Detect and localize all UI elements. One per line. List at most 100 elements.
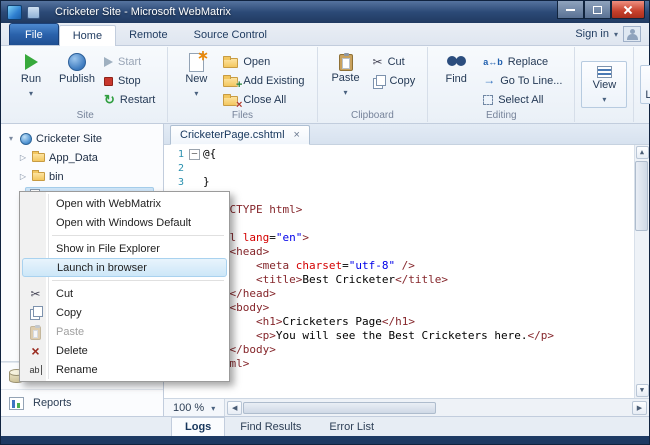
add-existing-button[interactable]: Add Existing bbox=[221, 72, 311, 91]
code-line: 12 <body> bbox=[172, 301, 270, 314]
go-to-line-button[interactable]: Go To Line... bbox=[481, 72, 569, 90]
run-button[interactable]: Run bbox=[8, 50, 54, 101]
webmatrix-app-icon[interactable] bbox=[7, 4, 22, 20]
tree-item-bin[interactable]: ▷ bin bbox=[1, 167, 163, 186]
tab-logs[interactable]: Logs bbox=[171, 417, 226, 436]
copy-button[interactable]: Copy bbox=[371, 72, 423, 90]
scroll-up-icon[interactable]: ▲ bbox=[635, 146, 649, 159]
ribbon: Run Publish Start Stop Restart bbox=[1, 46, 650, 124]
add-existing-label: Add Existing bbox=[243, 75, 305, 87]
ribbon-group-view: View bbox=[575, 47, 635, 122]
open-button[interactable]: Open bbox=[221, 53, 311, 71]
menu-item-cut[interactable]: Cut bbox=[22, 284, 227, 303]
publish-icon bbox=[68, 53, 86, 71]
replace-button[interactable]: Replace bbox=[481, 53, 569, 71]
editor-bottom-bar: 100 % ◀ ▶ bbox=[164, 398, 649, 416]
tab-find-results[interactable]: Find Results bbox=[227, 417, 314, 436]
ribbon-group-launch: Launch bbox=[634, 47, 650, 122]
minimize-button[interactable] bbox=[557, 1, 584, 19]
expanded-arrow-icon[interactable]: ▾ bbox=[6, 134, 16, 143]
code-lines[interactable]: 1–@{23}45<!DOCTYPE html>67<html lang="en… bbox=[164, 147, 633, 398]
publish-button[interactable]: Publish bbox=[54, 50, 100, 87]
ribbon-group-site: Run Publish Start Stop Restart bbox=[3, 47, 169, 122]
editor-tab-bar: CricketerPage.cshtml × bbox=[164, 124, 649, 145]
menu-item-label: Open with Windows Default bbox=[56, 216, 192, 229]
paste-icon bbox=[338, 53, 353, 71]
vertical-scrollbar-thumb[interactable] bbox=[635, 161, 648, 231]
editor-tab-cricketerpage[interactable]: CricketerPage.cshtml × bbox=[170, 125, 310, 145]
editing-group-label: Editing bbox=[486, 110, 517, 121]
new-button[interactable]: New bbox=[173, 47, 219, 101]
menu-separator bbox=[52, 235, 224, 236]
titlebar: Cricketer Site - Microsoft WebMatrix bbox=[1, 1, 649, 23]
site-icon bbox=[20, 132, 32, 145]
tree-item-app-data[interactable]: ▷ App_Data bbox=[1, 148, 163, 167]
workspace-item-reports[interactable]: Reports bbox=[1, 389, 163, 416]
close-button[interactable] bbox=[611, 1, 645, 19]
cut-button[interactable]: Cut bbox=[371, 53, 423, 71]
new-label: New bbox=[185, 73, 208, 85]
collapsed-arrow-icon[interactable]: ▷ bbox=[18, 153, 28, 162]
code-editor[interactable]: 1–@{23}45<!DOCTYPE html>67<html lang="en… bbox=[164, 145, 649, 398]
menu-item-label: Paste bbox=[56, 325, 85, 338]
menu-item-open-with-windows-default[interactable]: Open with Windows Default bbox=[22, 213, 227, 232]
tab-home[interactable]: Home bbox=[58, 25, 117, 46]
window-title: Cricketer Site - Microsoft WebMatrix bbox=[55, 6, 231, 18]
chevron-down-icon bbox=[29, 87, 33, 99]
find-button[interactable]: Find bbox=[433, 50, 479, 87]
collapsed-arrow-icon[interactable]: ▷ bbox=[18, 172, 28, 181]
select-all-button[interactable]: Select All bbox=[481, 91, 569, 109]
menu-item-label: Cut bbox=[56, 287, 74, 300]
files-small-buttons: Open Add Existing Close All bbox=[221, 50, 311, 111]
sign-in-control[interactable]: Sign in bbox=[575, 26, 641, 45]
view-button[interactable]: View bbox=[581, 61, 628, 108]
publish-label: Publish bbox=[58, 73, 96, 85]
menu-item-paste: Paste bbox=[22, 322, 227, 341]
scroll-left-icon[interactable]: ◀ bbox=[227, 400, 243, 415]
code-line: 5<!DOCTYPE html> bbox=[178, 203, 303, 216]
tab-remote[interactable]: Remote bbox=[116, 25, 181, 45]
tree-root-cricketer-site[interactable]: ▾ Cricketer Site bbox=[1, 129, 163, 148]
menu-item-label: Open with WebMatrix bbox=[56, 197, 161, 210]
quick-access-icon[interactable] bbox=[27, 5, 40, 19]
clipboard-small-buttons: Cut Copy bbox=[371, 50, 423, 90]
menu-item-copy[interactable]: Copy bbox=[22, 303, 227, 322]
close-tab-icon[interactable]: × bbox=[294, 130, 300, 141]
stop-icon bbox=[104, 76, 113, 86]
find-label: Find bbox=[445, 73, 467, 85]
stop-button[interactable]: Stop bbox=[102, 72, 162, 90]
close-all-label: Close All bbox=[243, 94, 287, 106]
menu-item-rename[interactable]: Rename bbox=[22, 360, 227, 379]
file-menu-button[interactable]: File bbox=[9, 23, 59, 45]
view-label: View bbox=[592, 79, 617, 91]
maximize-icon bbox=[593, 5, 602, 14]
tab-error-list[interactable]: Error List bbox=[316, 417, 387, 436]
scroll-down-icon[interactable]: ▼ bbox=[635, 384, 649, 397]
tab-source-control[interactable]: Source Control bbox=[181, 25, 280, 45]
restart-button[interactable]: Restart bbox=[102, 91, 162, 109]
tree-root-label: Cricketer Site bbox=[36, 132, 103, 145]
paste-button[interactable]: Paste bbox=[323, 50, 369, 100]
rename-icon bbox=[26, 365, 45, 375]
menu-separator bbox=[52, 280, 224, 281]
window-controls bbox=[557, 1, 649, 19]
menu-item-open-with-webmatrix[interactable]: Open with WebMatrix bbox=[22, 194, 227, 213]
menu-item-launch-in-browser[interactable]: Launch in browser bbox=[22, 258, 227, 277]
horizontal-scrollbar-thumb[interactable] bbox=[243, 401, 437, 414]
menu-item-delete[interactable]: Delete bbox=[22, 341, 227, 360]
launch-button[interactable]: Launch bbox=[640, 65, 650, 104]
horizontal-scrollbar[interactable]: ◀ ▶ bbox=[225, 399, 649, 416]
bottom-panel-tabs: Logs Find Results Error List bbox=[1, 416, 649, 436]
start-button: Start bbox=[102, 53, 162, 71]
launch-label: Launch bbox=[645, 89, 650, 101]
ribbon-tab-row: File Home Remote Source Control Sign in bbox=[1, 23, 649, 46]
scroll-right-icon[interactable]: ▶ bbox=[632, 400, 647, 415]
select-all-label: Select All bbox=[498, 94, 544, 106]
close-all-button[interactable]: Close All bbox=[221, 91, 311, 111]
menu-item-show-in-file-explorer[interactable]: Show in File Explorer bbox=[22, 239, 227, 258]
run-label: Run bbox=[20, 73, 42, 85]
maximize-button[interactable] bbox=[584, 1, 611, 19]
code-line: 9 <meta charset="utf-8" /> bbox=[178, 259, 415, 272]
editing-small-buttons: Replace Go To Line... Select All bbox=[481, 50, 569, 109]
zoom-control[interactable]: 100 % bbox=[164, 399, 226, 416]
